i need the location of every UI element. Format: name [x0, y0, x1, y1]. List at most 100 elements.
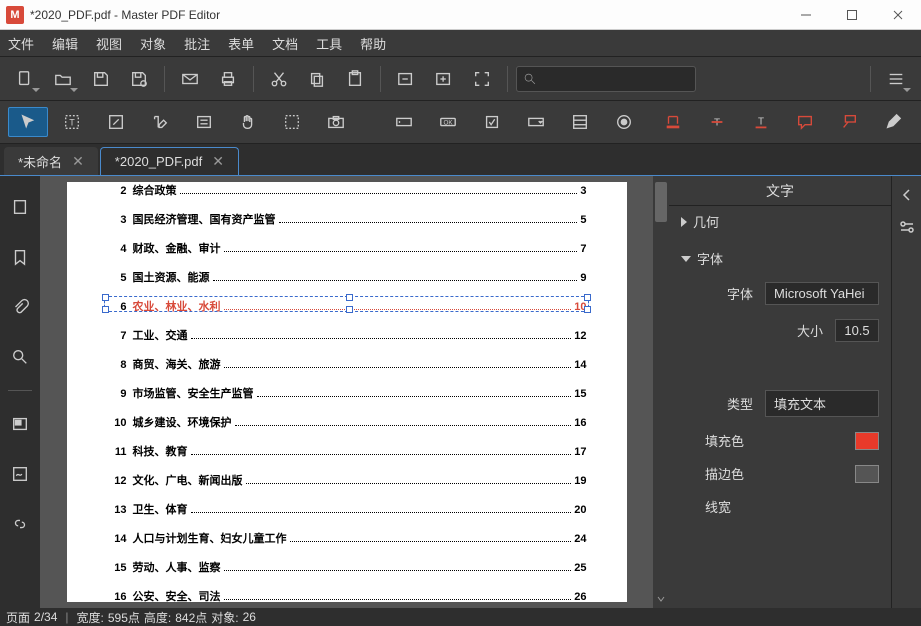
font-value[interactable]: Microsoft YaHei: [765, 282, 879, 305]
toc-row[interactable]: 12文化、广电、新闻出版19: [107, 472, 587, 488]
toc-row[interactable]: 15劳动、人事、监察25: [107, 559, 587, 575]
type-value[interactable]: 填充文本: [765, 390, 879, 417]
thumbnails-button[interactable]: [4, 184, 36, 230]
highlight-annot-button[interactable]: [653, 107, 693, 137]
links-panel-button[interactable]: [4, 501, 36, 547]
close-button[interactable]: [875, 0, 921, 30]
selection-handle[interactable]: [102, 306, 109, 313]
open-file-button[interactable]: [46, 64, 80, 94]
toc-row[interactable]: 11科技、教育17: [107, 443, 587, 459]
scrollbar-thumb[interactable]: [655, 182, 667, 222]
fill-color-swatch[interactable]: [855, 432, 879, 450]
panel-prev-button[interactable]: [896, 184, 918, 206]
menu-tool[interactable]: 工具: [316, 34, 342, 53]
vertical-scrollbar[interactable]: [653, 176, 669, 608]
toc-row[interactable]: 8商贸、海关、旅游14: [107, 356, 587, 372]
status-height-value: 842点: [175, 609, 207, 626]
menu-view[interactable]: 视图: [96, 34, 122, 53]
search-input[interactable]: [516, 66, 696, 92]
section-geometry[interactable]: 几何: [681, 212, 879, 231]
radio-form-button[interactable]: [604, 107, 644, 137]
panel-settings-button[interactable]: [896, 216, 918, 238]
underline-annot-button[interactable]: T: [741, 107, 781, 137]
textfield-form-button[interactable]: [384, 107, 424, 137]
status-width-label: 宽度:: [77, 609, 104, 626]
toc-row[interactable]: 3国民经济管理、国有资产监管5: [107, 211, 587, 227]
menu-help[interactable]: 帮助: [360, 34, 386, 53]
snapshot-tool-button[interactable]: [316, 107, 356, 137]
toc-row[interactable]: 7工业、交通12: [107, 327, 587, 343]
zoom-in-button[interactable]: [427, 64, 461, 94]
status-objects-label: 对象:: [211, 609, 238, 626]
copy-button[interactable]: [300, 64, 334, 94]
selection-handle[interactable]: [102, 294, 109, 301]
checkbox-form-button[interactable]: [472, 107, 512, 137]
toc-row[interactable]: 16公安、安全、司法26: [107, 588, 587, 604]
toc-row[interactable]: 5国土资源、能源9: [107, 269, 587, 285]
selection-handle[interactable]: [346, 294, 353, 301]
sign-button[interactable]: [4, 451, 36, 497]
layers-button[interactable]: [4, 401, 36, 447]
comment-annot-button[interactable]: [785, 107, 825, 137]
listbox-form-button[interactable]: [560, 107, 600, 137]
hand-tool-button[interactable]: [228, 107, 268, 137]
toc-page: 3: [580, 185, 586, 197]
tab-2020-pdf[interactable]: *2020_PDF.pdf✕: [100, 147, 239, 175]
canvas[interactable]: 2综合政策3 3国民经济管理、国有资产监管5 4财政、金融、审计7 5国土资源、能源9…: [40, 176, 669, 608]
tab-untitled[interactable]: *未命名 ✕: [4, 147, 98, 175]
minimize-button[interactable]: [783, 0, 829, 30]
form-tool-button[interactable]: [184, 107, 224, 137]
attachments-button[interactable]: [4, 284, 36, 330]
size-value[interactable]: 10.5: [835, 319, 879, 342]
new-file-button[interactable]: [8, 64, 42, 94]
strikeout-annot-button[interactable]: T: [697, 107, 737, 137]
zoom-out-button[interactable]: [389, 64, 423, 94]
scroll-down-icon[interactable]: [653, 592, 669, 606]
menu-form[interactable]: 表单: [228, 34, 254, 53]
save-button[interactable]: [84, 64, 118, 94]
toc-label: 卫生、体育: [133, 501, 188, 517]
fit-page-button[interactable]: [465, 64, 499, 94]
menu-object[interactable]: 对象: [140, 34, 166, 53]
selection-handle[interactable]: [584, 294, 591, 301]
tab-close-icon[interactable]: ✕: [72, 153, 84, 170]
toc-row[interactable]: 14人口与计划生育、妇女儿童工作24: [107, 530, 587, 546]
email-button[interactable]: [173, 64, 207, 94]
tab-close-icon[interactable]: ✕: [212, 153, 224, 170]
bookmarks-button[interactable]: [4, 234, 36, 280]
cut-button[interactable]: [262, 64, 296, 94]
text-tool-button[interactable]: T: [52, 107, 92, 137]
edit-text-button[interactable]: [140, 107, 180, 137]
dropdown-form-button[interactable]: [516, 107, 556, 137]
tab-label: *未命名: [18, 152, 62, 171]
maximize-button[interactable]: [829, 0, 875, 30]
search-panel-button[interactable]: [4, 334, 36, 380]
toc-row[interactable]: 2综合政策3: [107, 182, 587, 198]
menu-file[interactable]: 文件: [8, 34, 34, 53]
callout-annot-button[interactable]: [829, 107, 869, 137]
menu-overflow-button[interactable]: [879, 64, 913, 94]
stroke-color-swatch[interactable]: [855, 465, 879, 483]
toc-page: 5: [580, 214, 586, 226]
toc-page: 19: [574, 475, 586, 487]
marquee-tool-button[interactable]: [272, 107, 312, 137]
toc-row[interactable]: 4财政、金融、审计7: [107, 240, 587, 256]
selection-handle[interactable]: [584, 306, 591, 313]
section-font[interactable]: 字体: [681, 249, 879, 268]
link-tool-button[interactable]: [96, 107, 136, 137]
toc-row[interactable]: 10城乡建设、环境保护16: [107, 414, 587, 430]
button-form-button[interactable]: OK: [428, 107, 468, 137]
pdf-page[interactable]: 2综合政策3 3国民经济管理、国有资产监管5 4财政、金融、审计7 5国土资源、能源9…: [67, 182, 627, 602]
toc-row[interactable]: 13卫生、体育20: [107, 501, 587, 517]
selection-handle[interactable]: [346, 306, 353, 313]
paste-button[interactable]: [338, 64, 372, 94]
menu-edit[interactable]: 编辑: [52, 34, 78, 53]
select-tool-button[interactable]: [8, 107, 48, 137]
print-button[interactable]: [211, 64, 245, 94]
menu-annotate[interactable]: 批注: [184, 34, 210, 53]
save-as-button[interactable]: [122, 64, 156, 94]
menu-document[interactable]: 文档: [272, 34, 298, 53]
toc-row[interactable]: 9市场监管、安全生产监管15: [107, 385, 587, 401]
pencil-annot-button[interactable]: [873, 107, 913, 137]
selection-box[interactable]: [104, 296, 589, 312]
